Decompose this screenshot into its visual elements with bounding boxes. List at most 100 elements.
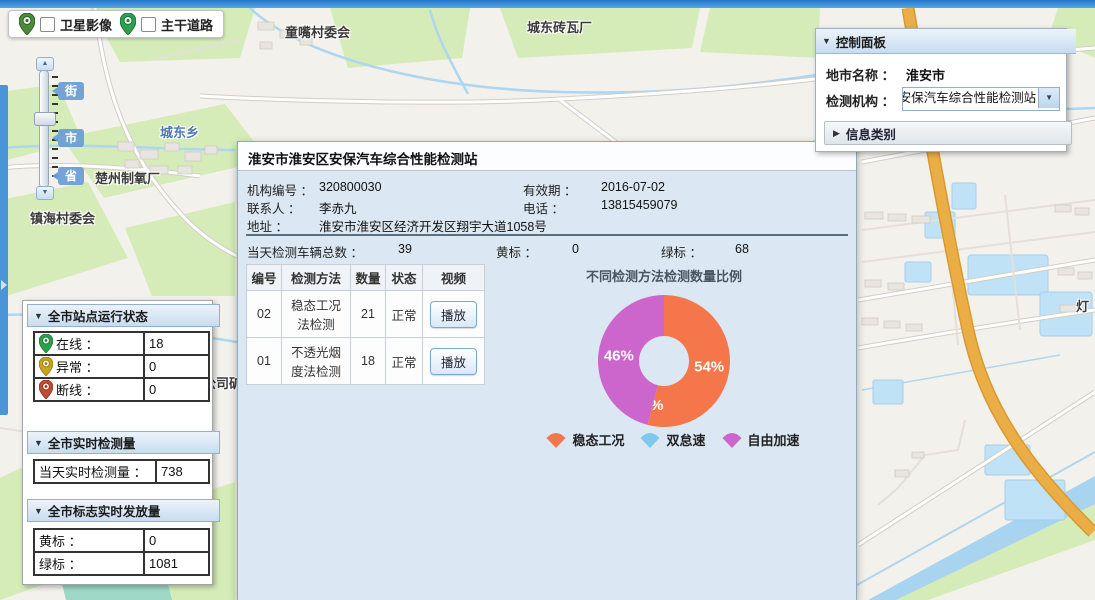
issuance-table: 黄标 ： 0 绿标 ： 1081 xyxy=(33,528,210,576)
detection-method-table: 编号 检测方法 数量 状态 视频 02 稳态工况法检测 21 正常 播放 01 … xyxy=(246,264,485,385)
satellite-layer-label: 卫星影像 xyxy=(60,15,112,34)
green-count-value: 68 xyxy=(735,242,749,256)
map-pin-icon xyxy=(19,13,35,35)
legend-label: 自由加速 xyxy=(748,430,800,449)
col-video: 视频 xyxy=(423,265,485,291)
map-label-zhenhai: 镇海村委会 xyxy=(30,208,95,227)
svg-text:46%: 46% xyxy=(604,347,634,364)
realtime-panel-title: 全市实时检测量 xyxy=(48,433,136,452)
realtime-panel-header[interactable]: ▼ 全市实时检测量 xyxy=(27,431,220,454)
station-status-panel-header[interactable]: ▼ 全市站点运行状态 xyxy=(27,304,220,327)
row-no: 02 xyxy=(247,291,282,338)
zoom-slider-handle[interactable] xyxy=(34,112,56,126)
play-video-button[interactable]: 播放 xyxy=(430,301,477,328)
main-roads-layer-checkbox[interactable] xyxy=(141,17,156,32)
green-mark-label: 绿标 ： xyxy=(34,552,144,575)
zoom-tick xyxy=(52,157,58,159)
map-label-village1: 童嘴村委会 xyxy=(285,22,350,41)
offline-value: 0 xyxy=(144,378,209,401)
total-count-label: 当天检测车辆总数 ： xyxy=(247,242,363,261)
table-row: 黄标 ： 0 xyxy=(34,529,209,552)
map-pin-icon xyxy=(120,13,136,35)
collapse-icon: ▼ xyxy=(34,311,43,321)
zoom-tick xyxy=(52,166,58,168)
dialog-titlebar[interactable]: 淮安市淮安区安保汽车综合性能检测站 xyxy=(238,142,856,171)
org-select-value: 安保汽车综合性能检测站 xyxy=(903,88,1038,110)
row-status: 正常 xyxy=(386,291,423,338)
city-name-label: 地市名称 ： xyxy=(826,65,895,84)
control-panel-header[interactable]: ▼ 控制面板 xyxy=(816,29,1076,54)
row-count: 18 xyxy=(351,338,386,385)
contact-value: 李赤九 xyxy=(319,198,357,217)
map-label-brickyard: 城东砖瓦厂 xyxy=(527,17,592,36)
map-label-chengdong: 城东乡 xyxy=(160,122,199,141)
total-count-value: 39 xyxy=(398,242,412,256)
table-row: 02 稳态工况法检测 21 正常 播放 xyxy=(247,291,485,338)
zoom-tick xyxy=(52,76,58,78)
collapse-icon: ▼ xyxy=(34,506,43,516)
offline-label: 断线 ： xyxy=(56,380,99,399)
table-row: 当天实时检测量 ： 738 xyxy=(34,460,209,483)
station-status-table: 在线 ： 18 异常 ： 0 断线 ： 0 xyxy=(33,331,210,402)
zoom-slider-track[interactable] xyxy=(39,70,49,188)
org-no-label: 机构编号 ： xyxy=(247,180,313,199)
satellite-layer-checkbox[interactable] xyxy=(40,17,55,32)
valid-label: 有效期 ： xyxy=(523,180,576,199)
row-method: 不透光烟度法检测 xyxy=(282,338,351,385)
chart-legend: 稳态工况 双怠速 自由加速 xyxy=(538,430,806,449)
col-status: 状态 xyxy=(386,265,423,291)
contact-label: 联系人 ： xyxy=(247,198,300,217)
row-status: 正常 xyxy=(386,338,423,385)
control-panel: ▼ 控制面板 地市名称 ： 淮安市 检测机构 ： 安保汽车综合性能检测站 ▼ ▶… xyxy=(815,28,1067,152)
legend-fan-icon xyxy=(720,431,744,449)
legend-item: 自由加速 xyxy=(720,430,800,449)
yellow-mark-value: 0 xyxy=(144,529,209,552)
zoom-level-province-badge: 省 xyxy=(58,167,84,185)
valid-value: 2016-07-02 xyxy=(601,180,665,194)
legend-item: 稳态工况 xyxy=(544,430,624,449)
green-pin-icon xyxy=(39,334,53,353)
zoom-level-street-badge: 街 xyxy=(58,82,84,100)
legend-label: 稳态工况 xyxy=(572,430,624,449)
play-video-button[interactable]: 播放 xyxy=(430,348,477,375)
left-status-panels: ▼ 全市站点运行状态 在线 ： 18 异常 ： 0 xyxy=(22,300,213,585)
phone-value: 13815459079 xyxy=(601,198,677,212)
expand-arrow-icon[interactable] xyxy=(1,280,7,290)
donut-chart: 54%0%46% xyxy=(574,271,754,451)
zoom-level-city-badge: 市 xyxy=(58,129,84,147)
abnormal-value: 0 xyxy=(144,355,209,378)
yellow-count-value: 0 xyxy=(572,242,579,256)
row-no: 01 xyxy=(247,338,282,385)
table-row: 绿标 ： 1081 xyxy=(34,552,209,575)
yellow-count-label: 黄标 ： xyxy=(496,242,537,261)
row-count: 21 xyxy=(351,291,386,338)
legend-fan-icon xyxy=(544,431,568,449)
zoom-tick xyxy=(52,103,58,105)
green-count-label: 绿标 ： xyxy=(661,242,702,261)
map-label-partial: 灯 xyxy=(1076,296,1089,315)
table-row: 断线 ： 0 xyxy=(34,378,209,401)
row-method: 稳态工况法检测 xyxy=(282,291,351,338)
table-row: 在线 ： 18 xyxy=(34,332,209,355)
satellite-layer-item: 卫星影像 xyxy=(19,13,112,35)
dialog-title: 淮安市淮安区安保汽车综合性能检测站 xyxy=(248,148,478,168)
phone-label: 电话 ： xyxy=(523,198,564,217)
collapse-icon: ▼ xyxy=(822,36,831,46)
table-row: 01 不透光烟度法检测 18 正常 播放 xyxy=(247,338,485,385)
control-panel-title: 控制面板 xyxy=(836,32,886,51)
online-label: 在线 ： xyxy=(56,334,99,353)
zoom-out-button[interactable]: ▼ xyxy=(36,186,54,200)
issuance-panel-header[interactable]: ▼ 全市标志实时发放量 xyxy=(27,499,220,522)
issuance-panel-title: 全市标志实时发放量 xyxy=(48,501,161,520)
collapsed-side-panel-bar[interactable] xyxy=(0,85,8,415)
org-select[interactable]: 安保汽车综合性能检测站 ▼ xyxy=(902,87,1060,111)
col-count: 数量 xyxy=(351,265,386,291)
main-roads-layer-item: 主干道路 xyxy=(120,13,213,35)
table-header-row: 编号 检测方法 数量 状态 视频 xyxy=(247,265,485,291)
chevron-down-icon[interactable]: ▼ xyxy=(1038,88,1059,108)
legend-item: 双怠速 xyxy=(638,430,705,449)
station-detail-dialog: 淮安市淮安区安保汽车综合性能检测站 机构编号 ： 320800030 有效期 ：… xyxy=(237,141,857,600)
info-category-bar[interactable]: ▶ 信息类别 xyxy=(824,121,1072,145)
zoom-in-button[interactable]: ▲ xyxy=(36,57,54,71)
realtime-label: 当天实时检测量 ： xyxy=(34,460,156,483)
